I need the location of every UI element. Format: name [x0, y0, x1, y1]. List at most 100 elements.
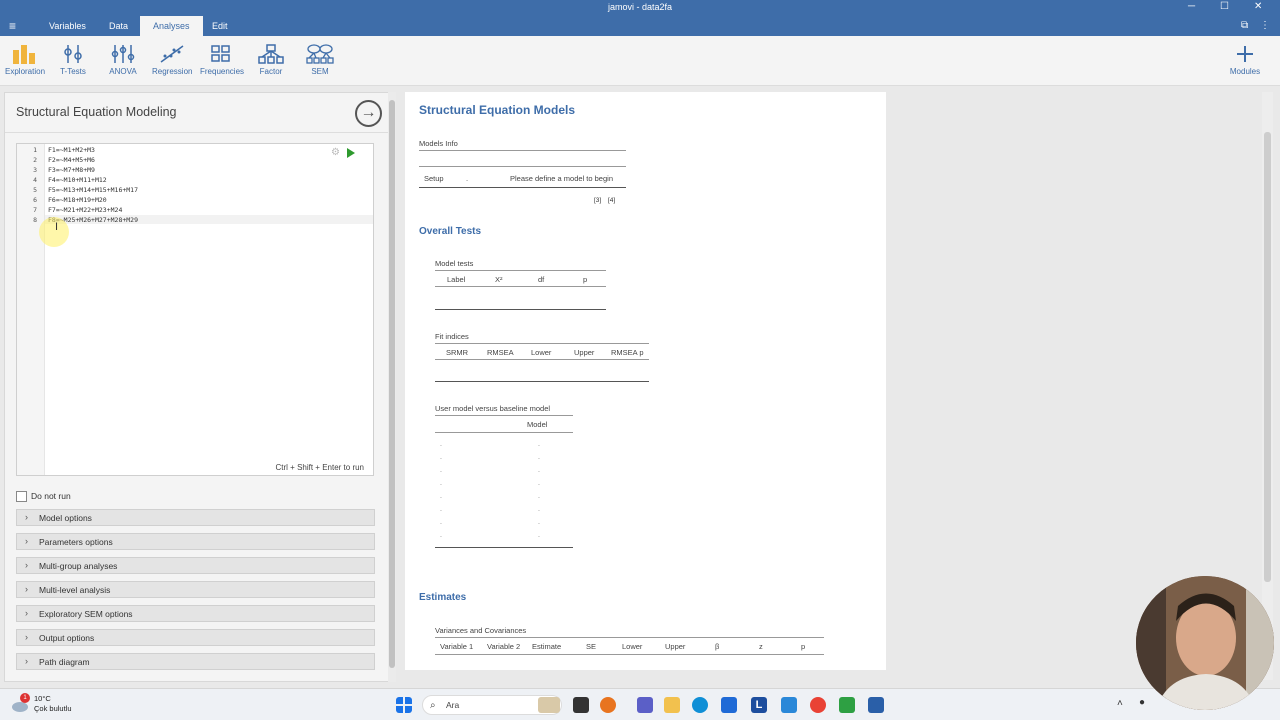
output-options-section[interactable]: › Output options	[16, 629, 375, 646]
divider	[5, 132, 391, 133]
syntax-editor[interactable]: 1 2 3 4 5 6 7 8 F1=~M1+M2+M3 F2=~M4+M5+M6 F3=~M7+…	[16, 143, 374, 476]
estimates-heading: Estimates	[419, 592, 467, 603]
anova-button[interactable]: ANOVA	[108, 44, 138, 76]
code-line[interactable]: F3=~M7+M8+M9	[48, 166, 95, 174]
analysis-options-panel: Structural Equation Modeling → 1 2 3 4 5 6 7 8 …	[4, 92, 396, 682]
teams-icon[interactable]	[637, 697, 653, 713]
line-number: 6	[33, 196, 37, 204]
table-rule	[435, 654, 824, 655]
section-label: Output options	[39, 633, 95, 643]
title-bar: jamovi - data2fa ─ ☐ ✕	[0, 0, 1280, 16]
search-label: Ara	[446, 700, 460, 710]
modules-button[interactable]: Modules	[1228, 44, 1262, 76]
search-highlight-icon	[538, 697, 560, 713]
checkbox-icon	[16, 491, 27, 503]
l-app-icon[interactable]: L	[751, 697, 767, 713]
notification-badge: 1	[20, 693, 30, 703]
frequencies-button[interactable]: Frequencies	[200, 44, 244, 76]
close-options-arrow-icon[interactable]: →	[355, 100, 382, 127]
cursor-highlight	[39, 217, 69, 247]
pen-app-icon[interactable]	[781, 697, 797, 713]
microphone-icon[interactable]: ●	[1139, 697, 1145, 708]
empty-cell-dot: .	[440, 467, 442, 474]
code-line[interactable]: F7=~M21+M22+M23+M24	[48, 206, 122, 214]
tab-variables[interactable]: Variables	[49, 21, 86, 31]
empty-cell-dot: .	[440, 506, 442, 513]
code-line[interactable]: F6=~M18+M19+M20	[48, 196, 107, 204]
path-diagram-section[interactable]: › Path diagram	[16, 653, 375, 670]
table-rule	[435, 359, 649, 360]
exploratory-sem-section[interactable]: › Exploratory SEM options	[16, 605, 375, 622]
file-explorer-icon[interactable]	[664, 697, 680, 713]
task-view-icon[interactable]	[573, 697, 589, 713]
code-line[interactable]: F4=~M10+M11+M12	[48, 176, 107, 184]
code-line[interactable]: F2=~M4+M5+M6	[48, 156, 95, 164]
sem-icon	[306, 44, 334, 64]
tab-data[interactable]: Data	[109, 21, 128, 31]
presenter-image	[1136, 576, 1274, 710]
line-number: 3	[33, 166, 37, 174]
section-label: Path diagram	[39, 657, 90, 667]
more-options-icon[interactable]: ⋮	[1260, 20, 1270, 31]
factor-button[interactable]: Factor	[257, 44, 285, 76]
table-rule	[435, 270, 606, 271]
edge-icon[interactable]	[692, 697, 708, 713]
menu-bar: ≡ Variables Data Analyses Edit ⧉ ⋮	[0, 16, 1280, 36]
tab-edit[interactable]: Edit	[212, 21, 228, 31]
close-icon[interactable]: ✕	[1254, 1, 1262, 12]
chevron-right-icon: ›	[25, 632, 28, 642]
code-line[interactable]: F5=~M13+M14+M15+M16+M17	[48, 186, 138, 194]
windows-taskbar: 1 10°C Çok bulutlu ⌕ Ara L ˄ ●	[0, 688, 1280, 720]
model-tests-caption: Model tests	[435, 259, 474, 268]
section-label: Multi-level analysis	[39, 585, 111, 595]
maximize-icon[interactable]: ☐	[1220, 1, 1229, 12]
model-options-section[interactable]: › Model options	[16, 509, 375, 526]
code-line[interactable]: F1=~M1+M2+M3	[48, 146, 95, 154]
ribbon-label: ANOVA	[109, 67, 137, 76]
weather-text: Çok bulutlu	[34, 704, 72, 713]
regression-button[interactable]: Regression	[152, 44, 192, 76]
do-not-run-checkbox[interactable]: Do not run	[16, 491, 71, 503]
table-rule	[435, 637, 824, 638]
column-header: Variable 1	[440, 642, 474, 651]
empty-cell-dot: .	[538, 467, 540, 474]
column-header: Lower	[531, 348, 552, 357]
panel-scrollbar[interactable]	[388, 92, 396, 682]
chevron-right-icon: ›	[25, 608, 28, 618]
store-icon[interactable]	[721, 697, 737, 713]
gear-icon[interactable]: ⚙	[331, 147, 340, 158]
section-label: Model options	[39, 513, 92, 523]
windows-start-icon[interactable]	[396, 697, 412, 713]
parameters-options-section[interactable]: › Parameters options	[16, 533, 375, 550]
multi-group-section[interactable]: › Multi-group analyses	[16, 557, 375, 574]
tab-analyses[interactable]: Analyses	[140, 16, 203, 36]
column-header: Label	[447, 275, 466, 284]
column-header: SRMR	[446, 348, 469, 357]
copilot-icon[interactable]	[600, 697, 616, 713]
jamovi-icon[interactable]	[868, 697, 884, 713]
scrollbar-thumb[interactable]	[389, 100, 395, 668]
window-mode-icon[interactable]: ⧉	[1241, 20, 1248, 31]
sem-button[interactable]: SEM	[305, 44, 335, 76]
empty-cell-dot: .	[440, 480, 442, 487]
scrollbar-thumb[interactable]	[1264, 132, 1271, 582]
exploration-button[interactable]: Exploration	[5, 44, 45, 76]
multi-level-section[interactable]: › Multi-level analysis	[16, 581, 375, 598]
line-number-gutter: 1 2 3 4 5 6 7 8	[17, 144, 45, 475]
empty-cell-dot: .	[538, 480, 540, 487]
table-rule	[435, 415, 573, 416]
webcam-overlay	[1136, 576, 1274, 710]
green-app-icon[interactable]	[839, 697, 855, 713]
run-play-icon[interactable]	[347, 148, 355, 158]
results-scrollbar[interactable]	[1262, 92, 1273, 680]
chevron-up-icon[interactable]: ˄	[1117, 698, 1123, 709]
results-panel: Structural Equation Models Models Info S…	[405, 92, 886, 670]
column-header: Upper	[574, 348, 595, 357]
hamburger-menu-icon[interactable]: ≡	[9, 20, 16, 32]
search-icon: ⌕	[430, 700, 436, 711]
minimize-icon[interactable]: ─	[1188, 1, 1195, 12]
table-rule	[435, 432, 573, 433]
t-tests-button[interactable]: T-Tests	[58, 44, 88, 76]
window-title: jamovi - data2fa	[607, 2, 673, 12]
chrome-icon[interactable]	[810, 697, 826, 713]
